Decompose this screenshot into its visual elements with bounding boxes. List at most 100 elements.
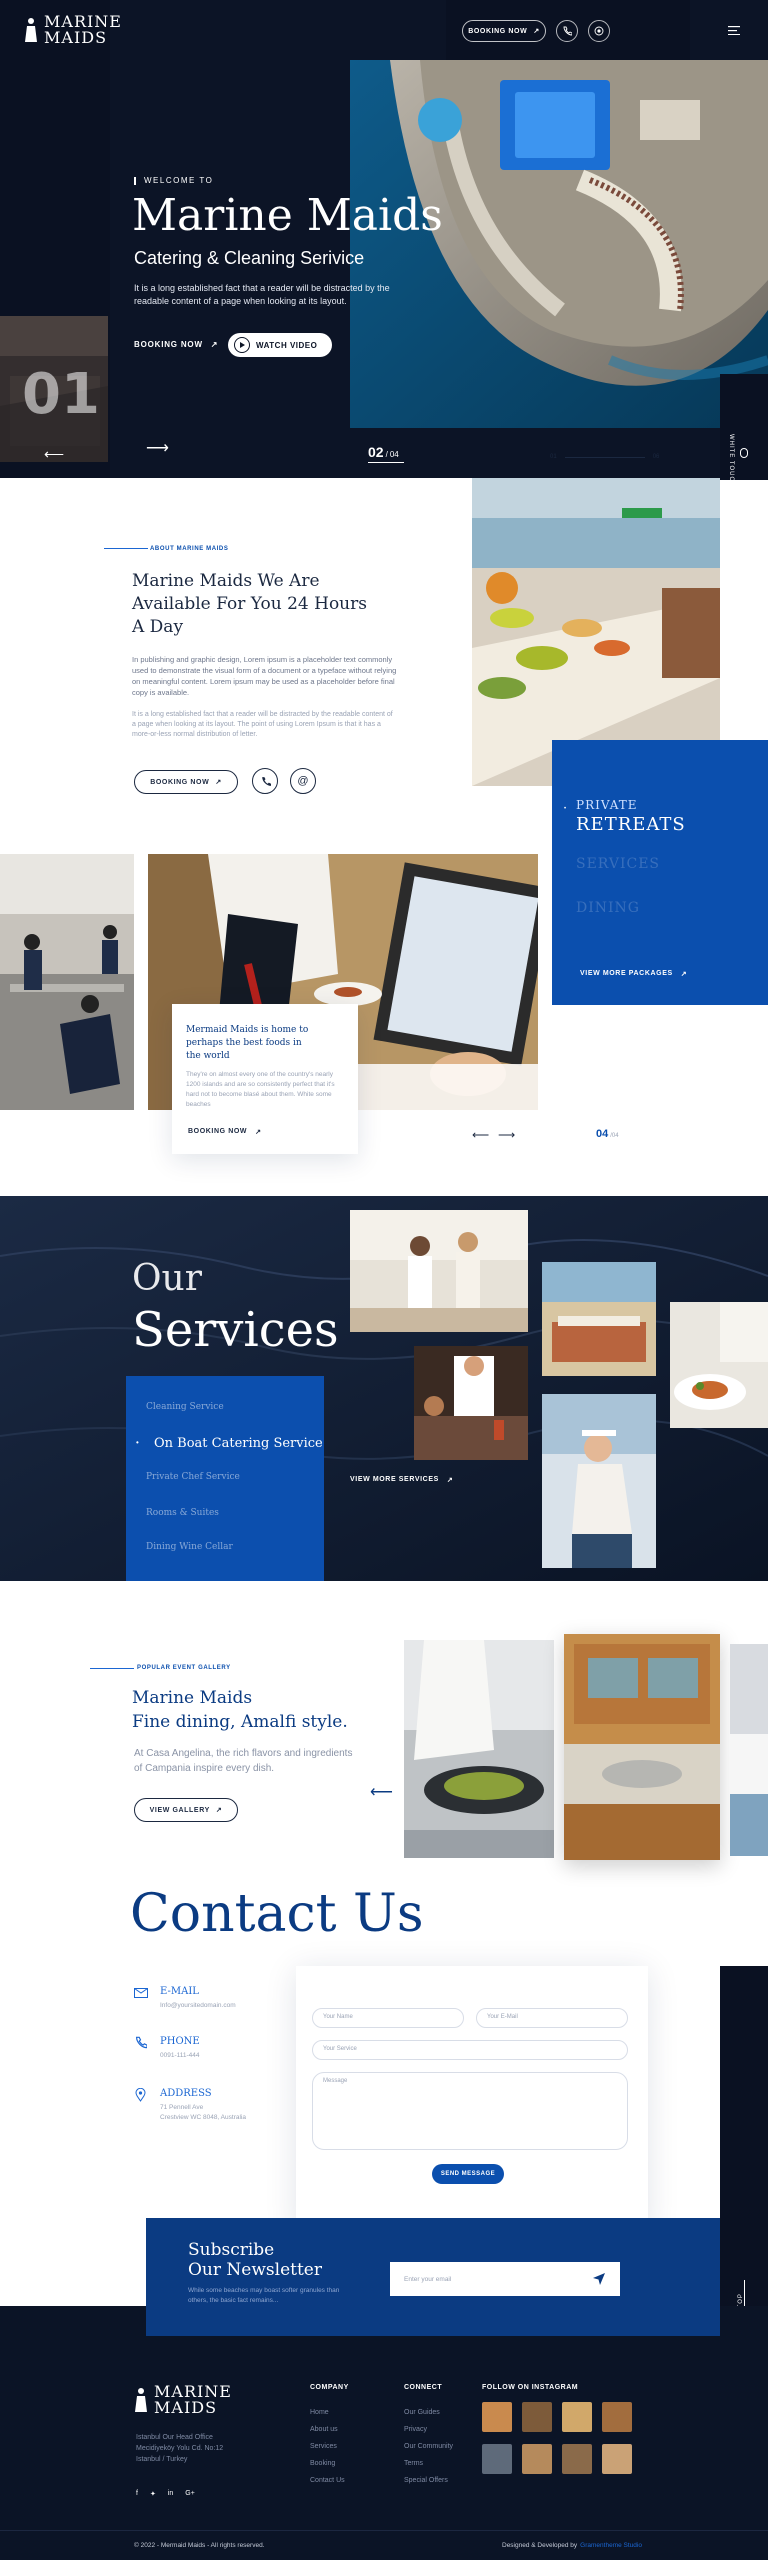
footer-instagram-title: FOLLOW ON INSTAGRAM	[482, 2384, 579, 2391]
send-icon[interactable]	[592, 2272, 606, 2286]
hero-next-arrow[interactable]: ⟶	[146, 438, 169, 458]
copyright: © 2022 - Mermaid Maids - All rights rese…	[134, 2542, 265, 2549]
footer-logo-line2: MAIDS	[154, 2398, 218, 2417]
gallery-tag: POPULAR EVENT GALLERY	[134, 1665, 234, 1671]
phone-button[interactable]	[556, 20, 578, 42]
hero-eyebrow: WELCOME TO	[134, 176, 213, 185]
package-item-private[interactable]: PRIVATE	[576, 798, 637, 812]
package-item-dining[interactable]: DINING	[576, 900, 640, 916]
facebook-icon[interactable]: f	[136, 2490, 138, 2498]
hero-prev-arrow[interactable]: ⟵	[44, 446, 64, 463]
menu-button[interactable]	[728, 26, 740, 35]
instagram-thumb[interactable]	[562, 2444, 592, 2474]
about-tag: ABOUT MARINE MAIDS	[148, 546, 229, 552]
service-item-wine-cellar[interactable]: Dining Wine Cellar	[146, 1542, 233, 1552]
service-item-cleaning[interactable]: Cleaning Service	[146, 1402, 224, 1412]
maid-logo-icon	[25, 18, 37, 42]
gallery-photo-plating	[404, 1640, 554, 1858]
credit: Designed & Developed by Gramentheme Stud…	[502, 2542, 642, 2549]
feature-card-title: Mermaid Maids is home to perhaps the bes…	[186, 1025, 309, 1061]
watch-video-button[interactable]: WATCH VIDEO	[228, 333, 332, 357]
progress-line	[564, 456, 645, 458]
instagram-thumb[interactable]	[482, 2444, 512, 2474]
footer-link-booking[interactable]: Booking	[310, 2455, 345, 2472]
phone-value[interactable]: 0091-111-444	[160, 2052, 200, 2059]
view-more-packages-link[interactable]: VIEW MORE PACKAGES ↗	[580, 970, 687, 978]
hero-big-number: 01	[22, 362, 100, 427]
package-item-retreats[interactable]: RETREATS	[576, 814, 686, 835]
footer-link-about[interactable]: About us	[310, 2421, 345, 2438]
footer-divider	[0, 2530, 768, 2531]
service-item-rooms[interactable]: Rooms & Suites	[146, 1508, 219, 1518]
arrow-up-right-icon: ↗	[680, 971, 688, 978]
footer-logo[interactable]: MARINE MAIDS	[134, 2384, 232, 2416]
about-booking-button[interactable]: BOOKING NOW ↗	[134, 770, 238, 794]
credit-link[interactable]: Gramentheme Studio	[580, 2542, 642, 2549]
about-title: Marine Maids We Are Available For You 24…	[132, 571, 367, 637]
linkedin-icon[interactable]: in	[168, 2490, 173, 2498]
newsletter-title-line1: Subscribe	[188, 2240, 275, 2260]
footer-company-title: COMPANY	[310, 2384, 349, 2391]
newsletter-email-input[interactable]: Enter your email	[390, 2262, 620, 2296]
instagram-thumb[interactable]	[602, 2402, 632, 2432]
view-gallery-button[interactable]: VIEW GALLERY ↗	[134, 1798, 238, 1822]
service-item-catering[interactable]: On Boat Catering Service	[154, 1436, 323, 1451]
footer-link-contact[interactable]: Contact Us	[310, 2472, 345, 2489]
hero-booking-label: BOOKING NOW	[134, 340, 203, 349]
newsletter-placeholder: Enter your email	[404, 2275, 452, 2283]
footer-link-terms[interactable]: Terms	[404, 2455, 453, 2472]
gallery-prev-arrow[interactable]: ⟵	[370, 1782, 393, 1802]
email-value[interactable]: Info@yoursitedomain.com	[160, 2002, 236, 2009]
footer-link-guides[interactable]: Our Guides	[404, 2404, 453, 2421]
view-more-services-link[interactable]: VIEW MORE SERVICES ↗	[350, 1476, 453, 1484]
instagram-thumb[interactable]	[522, 2444, 552, 2474]
view-more-services-label: VIEW MORE SERVICES	[350, 1476, 439, 1483]
send-message-button[interactable]: SEND MESSAGE	[432, 2164, 504, 2184]
gallery-title-line1: Marine Maids	[132, 1688, 253, 1708]
footer-link-services[interactable]: Services	[310, 2438, 345, 2455]
email-input[interactable]: Your E-Mail	[476, 2008, 628, 2028]
instagram-thumb[interactable]	[482, 2402, 512, 2432]
services-title-our: Our	[132, 1258, 202, 1299]
message-textarea[interactable]: Message	[312, 2072, 628, 2150]
service-photo-couple	[350, 1210, 528, 1332]
instagram-thumb[interactable]	[562, 2402, 592, 2432]
about-email-button[interactable]: @	[290, 768, 316, 794]
arrow-up-right-icon: ↗	[215, 1807, 223, 1814]
service-input[interactable]: Your Service	[312, 2040, 628, 2060]
phone-label: PHONE	[160, 2036, 200, 2047]
feature-booking-link[interactable]: BOOKING NOW ↗	[188, 1128, 262, 1136]
address-line2: Crestview WC 8048, Australia	[160, 2114, 246, 2121]
header-booking-button[interactable]: BOOKING NOW ↗	[462, 20, 546, 42]
footer-link-offers[interactable]: Special Offers	[404, 2472, 453, 2489]
service-bullet: •	[136, 1438, 139, 1447]
about-phone-button[interactable]	[252, 768, 278, 794]
about-para1: In publishing and graphic design, Lorem …	[132, 655, 397, 697]
progress-end: 06	[652, 454, 660, 460]
instagram-thumb[interactable]	[602, 2444, 632, 2474]
feature-prev-arrow[interactable]: ⟵	[472, 1128, 489, 1142]
footer-link-community[interactable]: Our Community	[404, 2438, 453, 2455]
footer-link-privacy[interactable]: Privacy	[404, 2421, 453, 2438]
hero-eyebrow-text: WELCOME TO	[144, 176, 214, 185]
service-item-private-chef[interactable]: Private Chef Service	[146, 1472, 240, 1482]
social-links: f ✦ in G+	[136, 2490, 195, 2498]
google-plus-icon[interactable]: G+	[185, 2490, 195, 2498]
twitter-icon[interactable]: ✦	[150, 2490, 156, 2498]
phone-icon	[261, 776, 271, 786]
footer-company-links: Home About us Services Booking Contact U…	[310, 2404, 345, 2489]
play-icon	[234, 337, 250, 353]
service-photo-food	[670, 1302, 768, 1428]
package-item-services[interactable]: SERVICES	[576, 856, 660, 872]
footer-link-home[interactable]: Home	[310, 2404, 345, 2421]
instagram-thumb[interactable]	[522, 2402, 552, 2432]
packages-card	[552, 740, 768, 1005]
footer-address-line: Istanbul Our Head Office	[136, 2434, 213, 2441]
hero-cruise-ship-image	[350, 60, 768, 428]
hero-booking-link[interactable]: BOOKING NOW ↗	[134, 340, 218, 349]
web-button[interactable]	[588, 20, 610, 42]
feature-next-arrow[interactable]: ⟶	[498, 1128, 515, 1142]
name-input[interactable]: Your Name	[312, 2008, 464, 2028]
site-logo[interactable]: MARINE MAIDS	[24, 14, 122, 46]
email-icon	[134, 1988, 148, 1998]
